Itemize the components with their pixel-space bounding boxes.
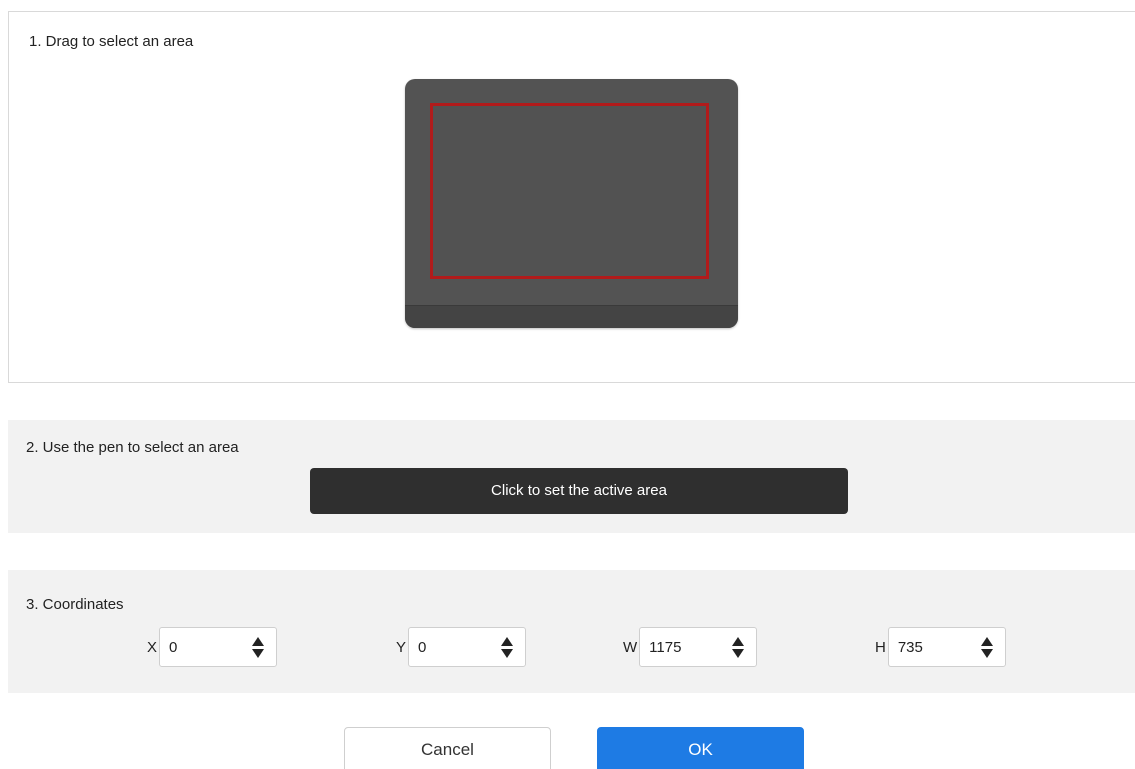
- coord-w-stepper: [639, 627, 758, 667]
- coord-x-arrows: [252, 637, 265, 659]
- coord-x-label: X: [147, 638, 158, 656]
- coordinates-title: 3. Coordinates: [26, 596, 124, 613]
- tablet-preview: [405, 79, 738, 328]
- decrement-arrow-icon[interactable]: [980, 649, 993, 658]
- increment-arrow-icon[interactable]: [501, 637, 514, 646]
- pen-select-title: 2. Use the pen to select an area: [26, 439, 239, 456]
- coord-w-input[interactable]: [640, 628, 721, 666]
- coord-w-arrows: [732, 637, 745, 659]
- decrement-arrow-icon[interactable]: [252, 649, 265, 658]
- drag-select-section: 1. Drag to select an area: [8, 11, 1135, 383]
- active-area-settings-page: 1. Drag to select an area 2. Use the pen…: [0, 0, 1135, 769]
- tablet-bottom-bezel: [405, 305, 738, 328]
- cancel-button[interactable]: Cancel: [344, 727, 551, 769]
- coord-h: H: [875, 627, 1006, 667]
- coord-y-input[interactable]: [409, 628, 490, 666]
- coord-x: X: [147, 627, 278, 667]
- increment-arrow-icon[interactable]: [732, 637, 745, 646]
- decrement-arrow-icon[interactable]: [732, 649, 745, 658]
- drag-select-title: 1. Drag to select an area: [29, 33, 194, 50]
- increment-arrow-icon[interactable]: [252, 637, 265, 646]
- coord-y: Y: [396, 627, 527, 667]
- coord-w: W: [623, 627, 758, 667]
- coord-h-arrows: [980, 637, 993, 659]
- decrement-arrow-icon[interactable]: [501, 649, 514, 658]
- increment-arrow-icon[interactable]: [980, 637, 993, 646]
- coord-y-arrows: [501, 637, 514, 659]
- coord-x-stepper: [159, 627, 278, 667]
- pen-select-section: 2. Use the pen to select an area Click t…: [8, 420, 1135, 533]
- coord-y-stepper: [408, 627, 527, 667]
- ok-button[interactable]: OK: [597, 727, 804, 769]
- coord-w-label: W: [623, 638, 638, 656]
- active-area-selection[interactable]: [430, 103, 709, 279]
- coord-x-input[interactable]: [160, 628, 241, 666]
- coord-h-stepper: [887, 627, 1006, 667]
- coord-y-label: Y: [396, 638, 407, 656]
- coordinates-section: 3. Coordinates X Y W: [8, 570, 1135, 693]
- set-active-area-button[interactable]: Click to set the active area: [310, 468, 848, 514]
- coord-h-input[interactable]: [888, 628, 969, 666]
- coord-h-label: H: [875, 638, 886, 656]
